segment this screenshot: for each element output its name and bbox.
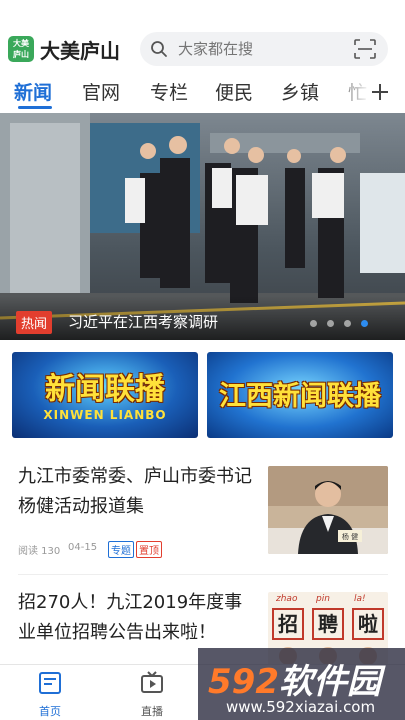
hot-news-badge: 热闻	[16, 311, 53, 334]
article-date: 04-15	[68, 542, 98, 553]
thumb-pinyin: zhao	[276, 594, 298, 604]
watermark-logo: 592软件园	[208, 654, 381, 703]
banner-xinwen-lianbo[interactable]: 新闻联播 XINWEN LIANBO	[12, 352, 198, 438]
search-input[interactable]	[178, 38, 348, 60]
nav-label: 首页	[39, 705, 61, 718]
site-watermark: 592软件园 www.592xiazai.com	[198, 648, 405, 720]
carousel-dot[interactable]	[344, 320, 351, 327]
app-logo: 大美 庐山	[8, 36, 34, 62]
live-icon	[141, 671, 163, 693]
active-tab-indicator	[18, 106, 52, 109]
thumb-pinyin: pin	[316, 594, 330, 604]
hero-title[interactable]: 习近平在江西考察调研	[68, 311, 218, 332]
thumb-char: 招	[272, 608, 304, 640]
nameplate-text: 杨 健	[342, 532, 358, 541]
article-read-count: 阅读 130	[18, 546, 61, 557]
search-icon	[151, 41, 167, 57]
list-divider	[18, 574, 388, 575]
category-tabs: 新闻 官网 专栏 便民 乡镇 忙	[0, 72, 405, 112]
scan-icon[interactable]	[354, 39, 376, 59]
thumb-pinyin: la!	[354, 594, 366, 604]
thumb-char: 啦	[352, 608, 384, 640]
watermark-number: 592	[208, 662, 279, 702]
nav-label: 直播	[141, 705, 163, 718]
banner-jiangxi-lianbo[interactable]: 江西新闻联播	[207, 352, 393, 438]
add-channel-icon[interactable]	[368, 80, 392, 104]
tabs-fade	[330, 72, 370, 112]
banner-title: 江西新闻联播	[219, 381, 381, 412]
app-title: 大美庐山	[40, 39, 120, 63]
watermark-text: 软件园	[278, 662, 381, 702]
pinned-tag: 置顶	[136, 541, 162, 558]
article-title[interactable]: 九江市委常委、庐山市委书记杨健活动报道集	[18, 462, 254, 522]
carousel-dot[interactable]	[327, 320, 334, 327]
article-thumbnail: 杨 健	[268, 466, 388, 554]
tab-services[interactable]: 便民	[215, 78, 253, 105]
carousel-dot-active[interactable]	[361, 320, 368, 327]
watermark-url: www.592xiazai.com	[226, 698, 376, 716]
nav-live[interactable]: 直播	[117, 665, 187, 720]
banner-subtitle: XINWEN LIANBO	[43, 408, 167, 422]
hero-carousel[interactable]	[0, 113, 405, 340]
home-icon	[39, 672, 61, 694]
search-bar[interactable]	[140, 32, 388, 66]
tab-official[interactable]: 官网	[82, 78, 120, 105]
app-header: 大美 庐山 大美庐山	[0, 0, 405, 72]
tab-column[interactable]: 专栏	[150, 78, 188, 105]
article-title[interactable]: 招270人！九江2019年度事业单位招聘公告出来啦！	[18, 588, 254, 648]
tab-towns[interactable]: 乡镇	[281, 78, 319, 105]
banner-title: 新闻联播	[45, 372, 165, 407]
thumb-char: 聘	[312, 608, 344, 640]
carousel-dot[interactable]	[310, 320, 317, 327]
nav-home[interactable]: 首页	[15, 665, 85, 720]
topic-tag: 专题	[108, 541, 134, 558]
tab-news[interactable]: 新闻	[14, 78, 52, 105]
